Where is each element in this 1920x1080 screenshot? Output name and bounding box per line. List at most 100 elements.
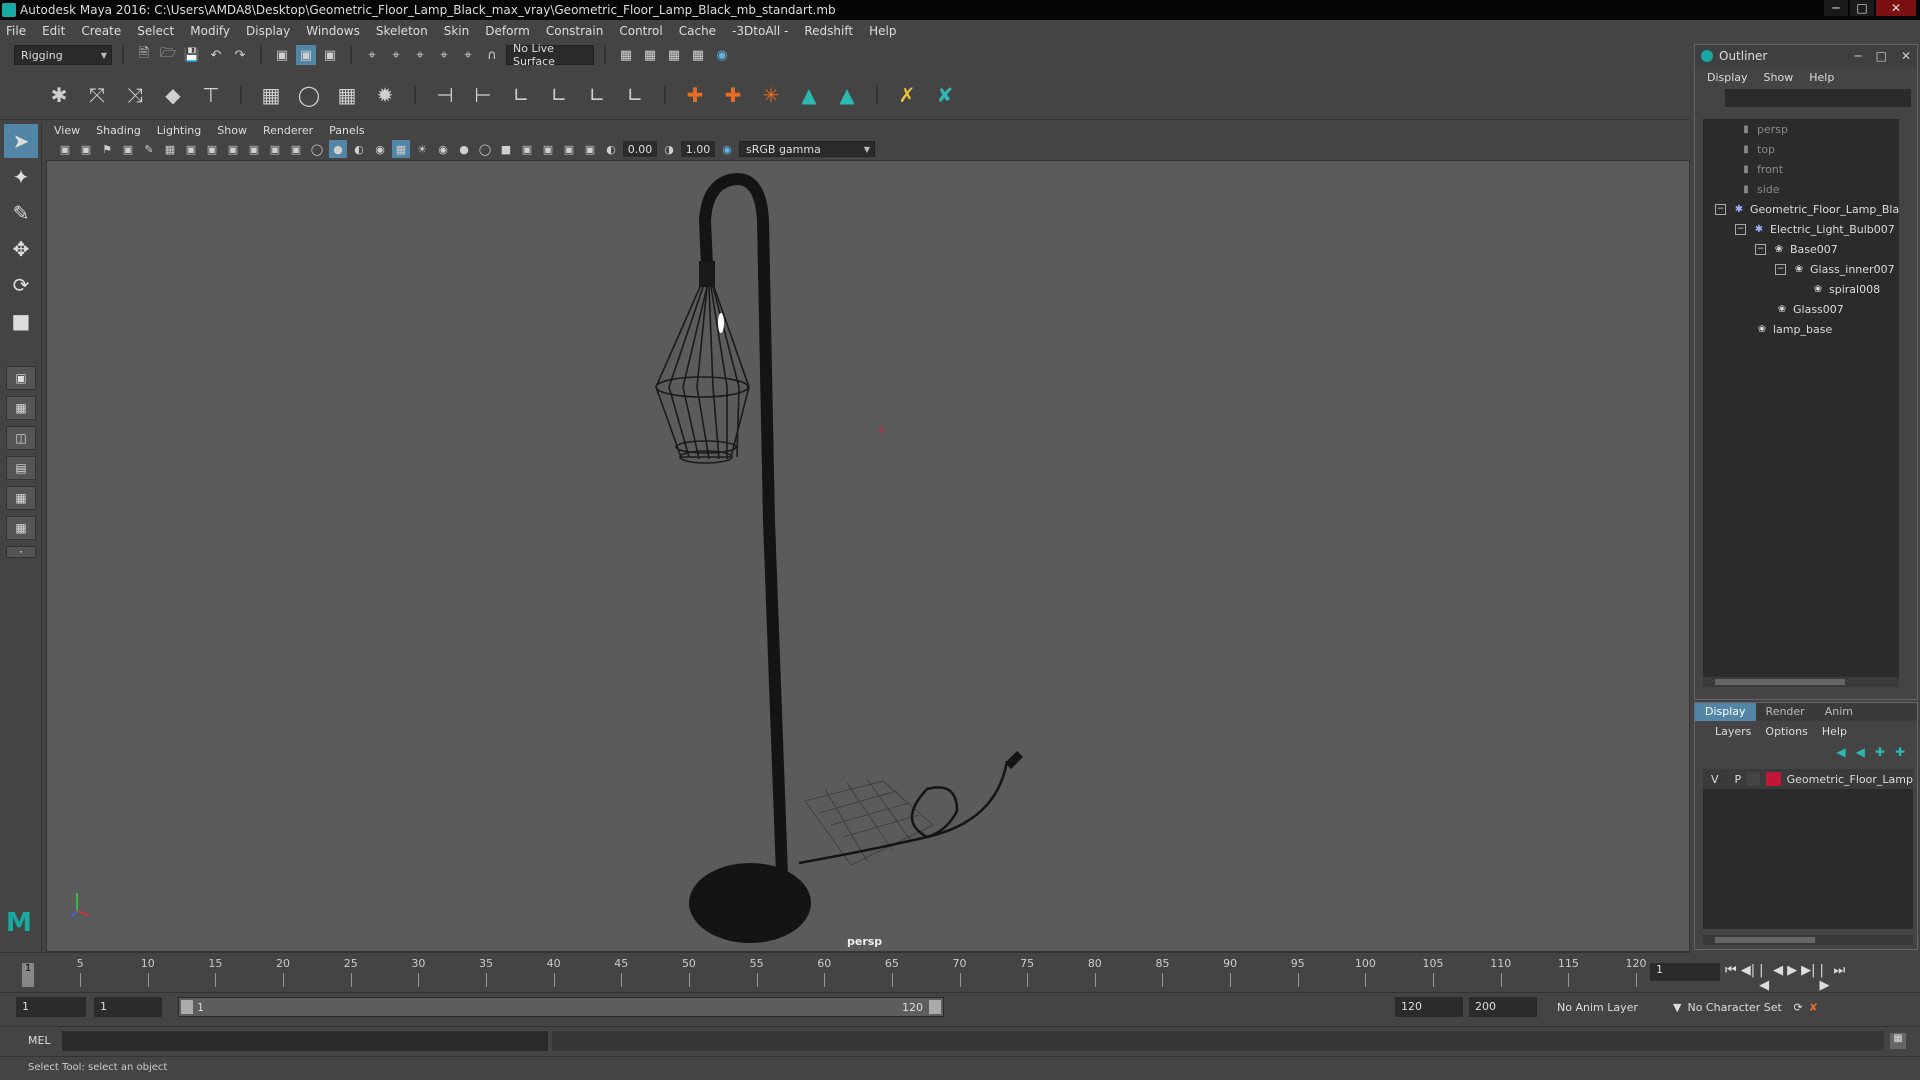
hik-definition-icon[interactable]: ▲	[832, 80, 862, 110]
snap-surface-icon[interactable]: ⌖	[458, 45, 478, 65]
range-end-handle[interactable]	[929, 1000, 941, 1014]
minimize-icon[interactable]: ─	[1824, 0, 1848, 16]
auto-key-icon[interactable]: ⟳	[1793, 1001, 1802, 1014]
layer-name[interactable]: Geometric_Floor_Lamp	[1787, 773, 1913, 786]
outliner-menu-display[interactable]: Display	[1707, 71, 1748, 84]
select-tool-icon[interactable]: ➤	[4, 124, 38, 158]
single-pane-layout-icon[interactable]: ▣	[6, 366, 36, 390]
minimize-icon[interactable]: ─	[1854, 49, 1861, 63]
panel-menu-renderer[interactable]: Renderer	[263, 124, 313, 137]
ik-spline-icon[interactable]: ⤨	[120, 80, 150, 110]
menu-set-dropdown[interactable]: Rigging ▼	[14, 45, 112, 65]
image-plane-icon[interactable]: ▣	[119, 140, 137, 158]
menu-control[interactable]: Control	[619, 24, 662, 38]
bookmark-icon[interactable]: ⚑	[98, 140, 116, 158]
start-time-field[interactable]: 1	[16, 997, 86, 1017]
menu-modify[interactable]: Modify	[190, 24, 230, 38]
new-layer-selected-icon[interactable]: ✚	[1895, 745, 1905, 759]
soft-mod-icon[interactable]: ✹	[370, 80, 400, 110]
layer-visibility-toggle[interactable]: V	[1711, 773, 1719, 786]
copy-weights-icon[interactable]: ∟	[582, 80, 612, 110]
mirror-weights-icon[interactable]: ∟	[544, 80, 574, 110]
layer-playback-toggle[interactable]: P	[1735, 773, 1742, 786]
outliner-item-lamp-group[interactable]: − ✱ Geometric_Floor_Lamp_Bla	[1715, 199, 1899, 219]
step-forward-frame-icon[interactable]: ▶|	[1801, 963, 1815, 993]
joint-tool-icon[interactable]: ✱	[44, 80, 74, 110]
persp-graph-layout-icon[interactable]: ▤	[6, 456, 36, 480]
panel-menu-panels[interactable]: Panels	[329, 124, 364, 137]
rotate-tool-icon[interactable]: ⟳	[4, 268, 38, 302]
time-slider[interactable]: 5 10 15 20 25 30 35 40 45 50 55 60 65 70 75 80 85 90 95 100…	[0, 952, 1845, 993]
snap-curve-icon[interactable]: ⌖	[386, 45, 406, 65]
persp-outliner-layout-icon[interactable]: ◫	[6, 426, 36, 450]
lamp-pole[interactable]	[698, 172, 788, 881]
step-forward-key-icon[interactable]: |▶	[1819, 963, 1829, 993]
lasso-tool-icon[interactable]: ✦	[4, 160, 38, 194]
collapse-toolbox-icon[interactable]: ·	[6, 545, 36, 559]
outliner-item-spiral008[interactable]: ❀ spiral008	[1811, 279, 1880, 299]
panel-menu-shading[interactable]: Shading	[96, 124, 141, 137]
outliner-search-field[interactable]	[1725, 89, 1911, 107]
step-back-frame-icon[interactable]: |◀	[1759, 963, 1769, 993]
orient-joint-icon[interactable]: ⊤	[196, 80, 226, 110]
layer-hscrollbar[interactable]	[1703, 935, 1913, 945]
menu-cache[interactable]: Cache	[679, 24, 716, 38]
paint-weights-icon[interactable]: ∟	[506, 80, 536, 110]
menu-select[interactable]: Select	[137, 24, 174, 38]
menu-deform[interactable]: Deform	[485, 24, 530, 38]
textured-icon[interactable]: ◉	[371, 140, 389, 158]
xray-icon[interactable]: ▣	[539, 140, 557, 158]
maximize-icon[interactable]: □	[1850, 0, 1874, 16]
panel-menu-lighting[interactable]: Lighting	[157, 124, 201, 137]
locator-icon[interactable]: ✚	[680, 80, 710, 110]
play-backward-icon[interactable]: ◀	[1773, 963, 1783, 993]
new-layer-icon[interactable]: ✚	[1875, 745, 1885, 759]
open-scene-icon[interactable]: 🗁	[158, 45, 178, 65]
collapse-icon[interactable]: −	[1715, 203, 1726, 215]
layer-row[interactable]: V P Geometric_Floor_Lamp	[1703, 769, 1913, 789]
script-editor-icon[interactable]: ▦	[1890, 1033, 1906, 1049]
ik-handle-icon[interactable]: ⤧	[82, 80, 112, 110]
save-scene-icon[interactable]: 💾	[182, 45, 202, 65]
move-tool-icon[interactable]: ✥	[4, 232, 38, 266]
move-layer-down-icon[interactable]: ◀	[1856, 745, 1865, 759]
collapse-icon[interactable]: −	[1775, 263, 1786, 275]
range-start-handle[interactable]	[181, 1000, 193, 1014]
gamma-icon[interactable]: ◑	[660, 140, 678, 158]
anim-end-field[interactable]: 200	[1469, 997, 1537, 1017]
outliner-item-side[interactable]: ▮ side	[1739, 179, 1779, 199]
lamp-base-disc[interactable]	[689, 863, 811, 943]
layer-type-toggle[interactable]	[1747, 772, 1760, 786]
xray-components-icon[interactable]: ▣	[581, 140, 599, 158]
bind-skin-icon[interactable]: ⊣	[430, 80, 460, 110]
script-brush-icon[interactable]: ✘	[930, 80, 960, 110]
snap-grid-icon[interactable]: ⌖	[362, 45, 382, 65]
safe-action-icon[interactable]: ▣	[266, 140, 284, 158]
collapse-icon[interactable]: −	[1755, 243, 1766, 255]
anim-prefs-icon[interactable]: ✘	[1809, 1001, 1818, 1014]
outliner-item-glass-inner[interactable]: − ❀ Glass_inner007	[1775, 259, 1895, 279]
outliner-item-lamp-base[interactable]: ❀ lamp_base	[1755, 319, 1832, 339]
wireframe-icon[interactable]: ◯	[308, 140, 326, 158]
select-object-icon[interactable]: ▣	[296, 45, 316, 65]
gate-mask-icon[interactable]: ▣	[224, 140, 242, 158]
menu-constrain[interactable]: Constrain	[546, 24, 604, 38]
tab-display[interactable]: Display	[1695, 703, 1756, 721]
gamma-field[interactable]: 1.00	[681, 141, 715, 157]
snap-view-plane-icon[interactable]: ⌖	[434, 45, 454, 65]
tab-render[interactable]: Render	[1756, 703, 1815, 721]
go-to-start-icon[interactable]: ⏮	[1725, 963, 1737, 993]
menu-skeleton[interactable]: Skeleton	[376, 24, 428, 38]
field-chart-icon[interactable]: ▣	[245, 140, 263, 158]
anim-layer-dropdown[interactable]: No Anim Layer	[1557, 1001, 1667, 1014]
wireframe-on-shaded-icon[interactable]: ◐	[350, 140, 368, 158]
outliner-menu-show[interactable]: Show	[1764, 71, 1794, 84]
depth-of-field-icon[interactable]: ■	[497, 140, 515, 158]
delete-history-icon[interactable]: ✗	[892, 80, 922, 110]
menu-3dtoall[interactable]: -3DtoAll -	[732, 24, 788, 38]
maximize-icon[interactable]: □	[1876, 49, 1887, 63]
step-back-key-icon[interactable]: ◀|	[1741, 963, 1755, 993]
close-icon[interactable]: ✕	[1901, 49, 1911, 63]
command-input[interactable]	[62, 1031, 548, 1051]
go-to-end-icon[interactable]: ⏭	[1833, 963, 1845, 993]
